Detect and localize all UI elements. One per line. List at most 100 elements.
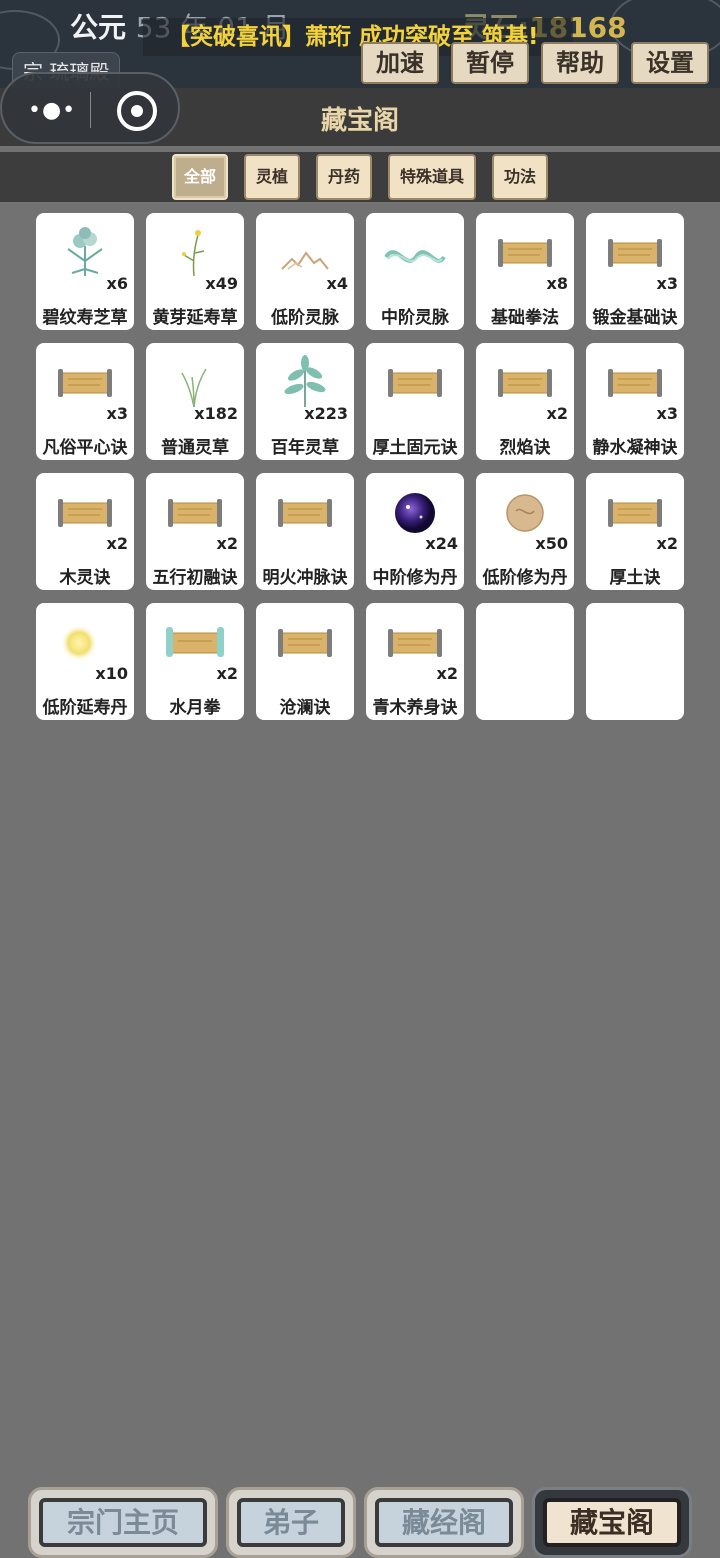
scroll-icon [586, 221, 684, 281]
item-quantity: x49 [205, 274, 238, 293]
item-quantity: x2 [216, 664, 238, 683]
help-button[interactable]: 帮助 [541, 42, 619, 84]
inventory-item[interactable]: x10 低阶延寿丹 [36, 603, 134, 720]
nav-label: 藏经阁 [375, 1498, 513, 1547]
inventory-item[interactable]: x2 烈焰诀 [476, 343, 574, 460]
inventory-item[interactable]: x2 厚土诀 [586, 473, 684, 590]
item-quantity: x2 [436, 664, 458, 683]
scroll-icon [256, 481, 354, 541]
tan-pill-icon [476, 481, 574, 541]
item-name: 沧澜诀 [279, 698, 331, 718]
speed-up-button[interactable]: 加速 [361, 42, 439, 84]
item-quantity: x2 [546, 404, 568, 423]
scroll-icon [476, 221, 574, 281]
nav-disciples[interactable]: 弟子 [226, 1487, 356, 1558]
item-quantity: x3 [106, 404, 128, 423]
filter-pills[interactable]: 丹药 [316, 154, 372, 200]
herb-blue-icon [36, 221, 134, 281]
item-quantity: x182 [194, 404, 238, 423]
item-name: 普通灵草 [161, 438, 229, 458]
item-name: 低阶灵脉 [271, 308, 339, 328]
item-name: 烈焰诀 [499, 438, 551, 458]
capsule-divider [90, 92, 91, 128]
item-quantity: x50 [535, 534, 568, 553]
inventory-item[interactable]: x3 锻金基础诀 [586, 213, 684, 330]
inventory-item[interactable]: x4 低阶灵脉 [256, 213, 354, 330]
item-quantity: x24 [425, 534, 458, 553]
item-quantity: x223 [304, 404, 348, 423]
scroll-icon [36, 481, 134, 541]
nav-label: 宗门主页 [39, 1498, 207, 1547]
inventory-item[interactable]: x2 五行初融诀 [146, 473, 244, 590]
more-dots-icon[interactable]: •●• [28, 98, 76, 123]
purple-pill-icon [366, 481, 464, 541]
bottom-nav: 宗门主页 弟子 藏经阁 藏宝阁 [0, 1487, 720, 1558]
nav-scripture-pavilion[interactable]: 藏经阁 [364, 1487, 524, 1558]
settings-button[interactable]: 设置 [631, 42, 709, 84]
item-name: 厚土诀 [609, 568, 661, 588]
item-quantity: x6 [106, 274, 128, 293]
glow-pill-icon [36, 611, 134, 671]
inventory-item[interactable]: x6 碧纹寿芝草 [36, 213, 134, 330]
leaf-herb-icon [256, 351, 354, 411]
inventory-item[interactable]: x8 基础拳法 [476, 213, 574, 330]
filter-techniques[interactable]: 功法 [492, 154, 548, 200]
item-quantity: x10 [95, 664, 128, 683]
inventory-item[interactable]: 厚土固元诀 [366, 343, 464, 460]
item-quantity: x3 [656, 404, 678, 423]
inventory-item[interactable]: 明火冲脉诀 [256, 473, 354, 590]
scroll-icon [366, 611, 464, 671]
scroll-icon [476, 351, 574, 411]
scroll-icon [586, 481, 684, 541]
inventory-item[interactable]: x3 凡俗平心诀 [36, 343, 134, 460]
nav-treasure-pavilion[interactable]: 藏宝阁 [532, 1487, 692, 1558]
herb-yellow-icon [146, 221, 244, 281]
grass-icon [146, 351, 244, 411]
item-name: 厚土固元诀 [372, 438, 458, 458]
item-name: 青木养身诀 [372, 698, 458, 718]
item-quantity: x4 [326, 274, 348, 293]
inventory-empty-slot[interactable] [586, 603, 684, 720]
inventory-item[interactable]: x24 中阶修为丹 [366, 473, 464, 590]
item-name: 中阶灵脉 [381, 308, 449, 328]
item-name: 中阶修为丹 [372, 568, 458, 588]
inventory-item[interactable]: x2 木灵诀 [36, 473, 134, 590]
item-name: 木灵诀 [59, 568, 111, 588]
scroll-icon [256, 611, 354, 671]
nav-label: 弟子 [237, 1498, 345, 1547]
target-circle-icon[interactable] [117, 91, 157, 131]
jade-vein-icon [366, 221, 464, 281]
item-name: 百年灵草 [271, 438, 339, 458]
inventory-empty-slot[interactable] [476, 603, 574, 720]
nav-sect-home[interactable]: 宗门主页 [28, 1487, 218, 1558]
inventory-item[interactable]: x223 百年灵草 [256, 343, 354, 460]
inventory-item[interactable]: x2 青木养身诀 [366, 603, 464, 720]
item-quantity: x2 [656, 534, 678, 553]
scroll-icon [586, 351, 684, 411]
item-name: 水月拳 [169, 698, 221, 718]
inventory-item[interactable]: 中阶灵脉 [366, 213, 464, 330]
miniprogram-capsule: •●• [0, 72, 180, 144]
scroll-icon [146, 481, 244, 541]
jade-scroll-icon [146, 611, 244, 671]
inventory-item[interactable]: x182 普通灵草 [146, 343, 244, 460]
filter-herbs[interactable]: 灵植 [244, 154, 300, 200]
item-name: 低阶延寿丹 [42, 698, 128, 718]
inventory-item[interactable]: 沧澜诀 [256, 603, 354, 720]
item-name: 静水凝神诀 [592, 438, 678, 458]
item-name: 锻金基础诀 [592, 308, 678, 328]
inventory-item[interactable]: x3 静水凝神诀 [586, 343, 684, 460]
mountain-vein-icon [256, 221, 354, 281]
pause-button[interactable]: 暂停 [451, 42, 529, 84]
inventory-item[interactable]: x2 水月拳 [146, 603, 244, 720]
category-filter-bar: 全部 灵植 丹药 特殊道具 功法 [0, 152, 720, 202]
item-name: 碧纹寿芝草 [42, 308, 128, 328]
inventory-item[interactable]: x50 低阶修为丹 [476, 473, 574, 590]
era-label: 公元 [70, 11, 127, 44]
inventory-item[interactable]: x49 黄芽延寿草 [146, 213, 244, 330]
item-name: 明火冲脉诀 [262, 568, 348, 588]
filter-special-items[interactable]: 特殊道具 [388, 154, 476, 200]
filter-all[interactable]: 全部 [172, 154, 228, 200]
scroll-icon [36, 351, 134, 411]
item-quantity: x8 [546, 274, 568, 293]
